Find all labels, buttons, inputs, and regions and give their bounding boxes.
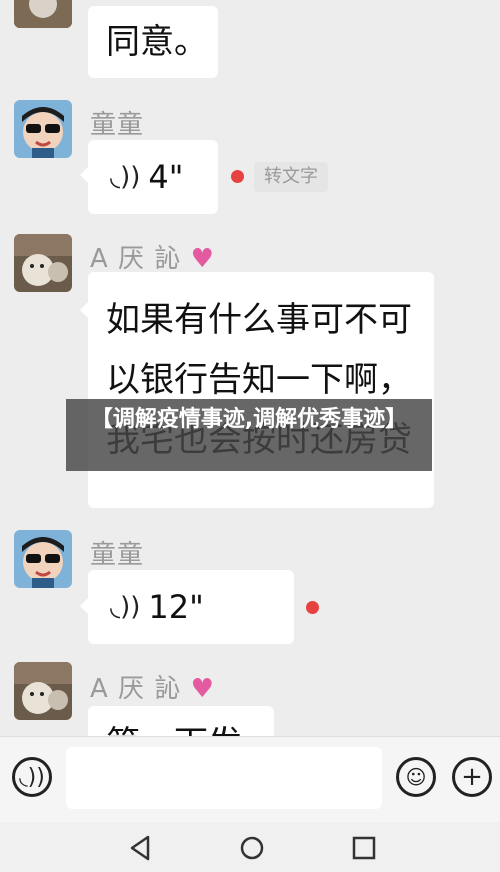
voice-message-bubble[interactable]: ◟)) 12" [88, 570, 294, 644]
heart-icon: ♥ [190, 674, 215, 704]
plus-icon[interactable]: + [452, 757, 492, 797]
unread-dot [231, 170, 244, 183]
avatar-image [14, 234, 72, 292]
emoji-icon[interactable]: ☺ [396, 757, 436, 797]
home-icon[interactable] [238, 834, 266, 862]
heart-icon: ♥ [190, 244, 215, 274]
voice-duration: 12" [148, 588, 204, 626]
avatar-tongtong[interactable] [14, 100, 72, 158]
avatar-image [14, 530, 72, 588]
avatar-image [14, 0, 72, 28]
sender-name: A 厌 訫 ♥ [90, 244, 215, 274]
avatar-image [14, 100, 72, 158]
bubble-tail [80, 302, 88, 318]
message-text: 同意。 [106, 22, 208, 62]
avatar-yanxin[interactable] [14, 662, 72, 720]
voice-duration: 4" [148, 158, 184, 196]
transcribe-button[interactable]: 转文字 [254, 162, 328, 192]
bubble-tail [80, 167, 88, 183]
sender-name: 童童 [90, 110, 145, 140]
caption-title: 【调解疫情事迹,调解优秀事迹】 [90, 407, 408, 432]
sender-name: A 厌 訫 ♥ [90, 674, 215, 704]
sender-name: 童童 [90, 540, 145, 570]
recents-icon[interactable] [350, 834, 378, 862]
voice-message-bubble[interactable]: ◟)) 4" [88, 140, 218, 214]
input-bar: ◟)) ☺ + [0, 736, 500, 823]
avatar-top-partial[interactable] [14, 0, 72, 28]
voice-wave-icon: ◟)) [110, 592, 141, 622]
avatar-image [14, 662, 72, 720]
bubble-tail [80, 598, 88, 614]
avatar-tongtong[interactable] [14, 530, 72, 588]
system-nav-bar [0, 822, 500, 872]
unread-dot [306, 601, 319, 614]
message-bubble-long[interactable]: 如果有什么事可不可以银行告知一下啊，我宅也会按时还房贷 [88, 272, 434, 508]
back-icon[interactable] [126, 834, 154, 862]
message-bubble-agree[interactable]: 同意。 [88, 6, 218, 78]
caption-overlay: 【调解疫情事迹,调解优秀事迹】 [66, 399, 432, 471]
voice-icon[interactable]: ◟)) [12, 757, 52, 797]
message-input[interactable] [66, 747, 382, 809]
voice-wave-icon: ◟)) [110, 162, 141, 192]
avatar-yanxin[interactable] [14, 234, 72, 292]
